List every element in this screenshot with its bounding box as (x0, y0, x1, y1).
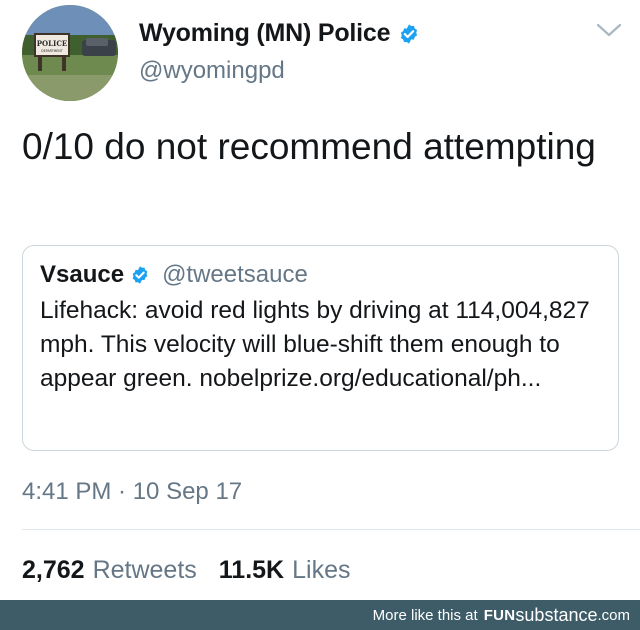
banner-brand-tld: .com (597, 606, 630, 624)
banner-brand-substance: substance (515, 604, 598, 625)
likes-count[interactable]: 11.5K (219, 556, 284, 585)
retweets-count[interactable]: 2,762 (22, 556, 85, 585)
quoted-tweet-header: Vsauce @tweetsauce (40, 260, 601, 290)
likes-label[interactable]: Likes (292, 556, 350, 585)
verified-badge-icon (398, 23, 420, 45)
quoted-author-name: Vsauce (40, 261, 125, 288)
divider (22, 529, 640, 530)
author-display-name[interactable]: Wyoming (MN) Police (139, 19, 391, 48)
banner-prefix: More like this at (372, 606, 478, 624)
avatar[interactable]: POLICE DEPARTMENT (22, 5, 118, 101)
avatar-sign-subtext: DEPARTMENT (41, 49, 62, 53)
tweet-text: 0/10 do not recommend attempting (22, 126, 596, 167)
watermark-banner[interactable]: More like this at FUN substance .com (0, 600, 640, 630)
tweet-timestamp[interactable]: 4:41 PM · 10 Sep 17 (22, 478, 242, 506)
retweets-label[interactable]: Retweets (93, 556, 197, 585)
verified-badge-icon (130, 265, 150, 285)
quoted-tweet[interactable]: Vsauce @tweetsauce Lifehack: avoid red l… (22, 245, 619, 451)
author-handle[interactable]: @wyomingpd (139, 57, 285, 85)
banner-brand-fun: FUN (483, 606, 516, 624)
avatar-image: POLICE DEPARTMENT (22, 5, 118, 101)
avatar-sign-text: POLICE (37, 39, 67, 48)
quoted-author-handle: @tweetsauce (162, 261, 308, 288)
tweet-stats: 2,762 Retweets 11.5K Likes (22, 556, 351, 585)
tweet-card: POLICE DEPARTMENT Wyoming (MN) Police @w… (0, 0, 640, 600)
quoted-tweet-text: Lifehack: avoid red lights by driving at… (40, 297, 590, 392)
author-name-row: Wyoming (MN) Police (139, 19, 420, 48)
chevron-down-icon[interactable] (596, 22, 622, 38)
